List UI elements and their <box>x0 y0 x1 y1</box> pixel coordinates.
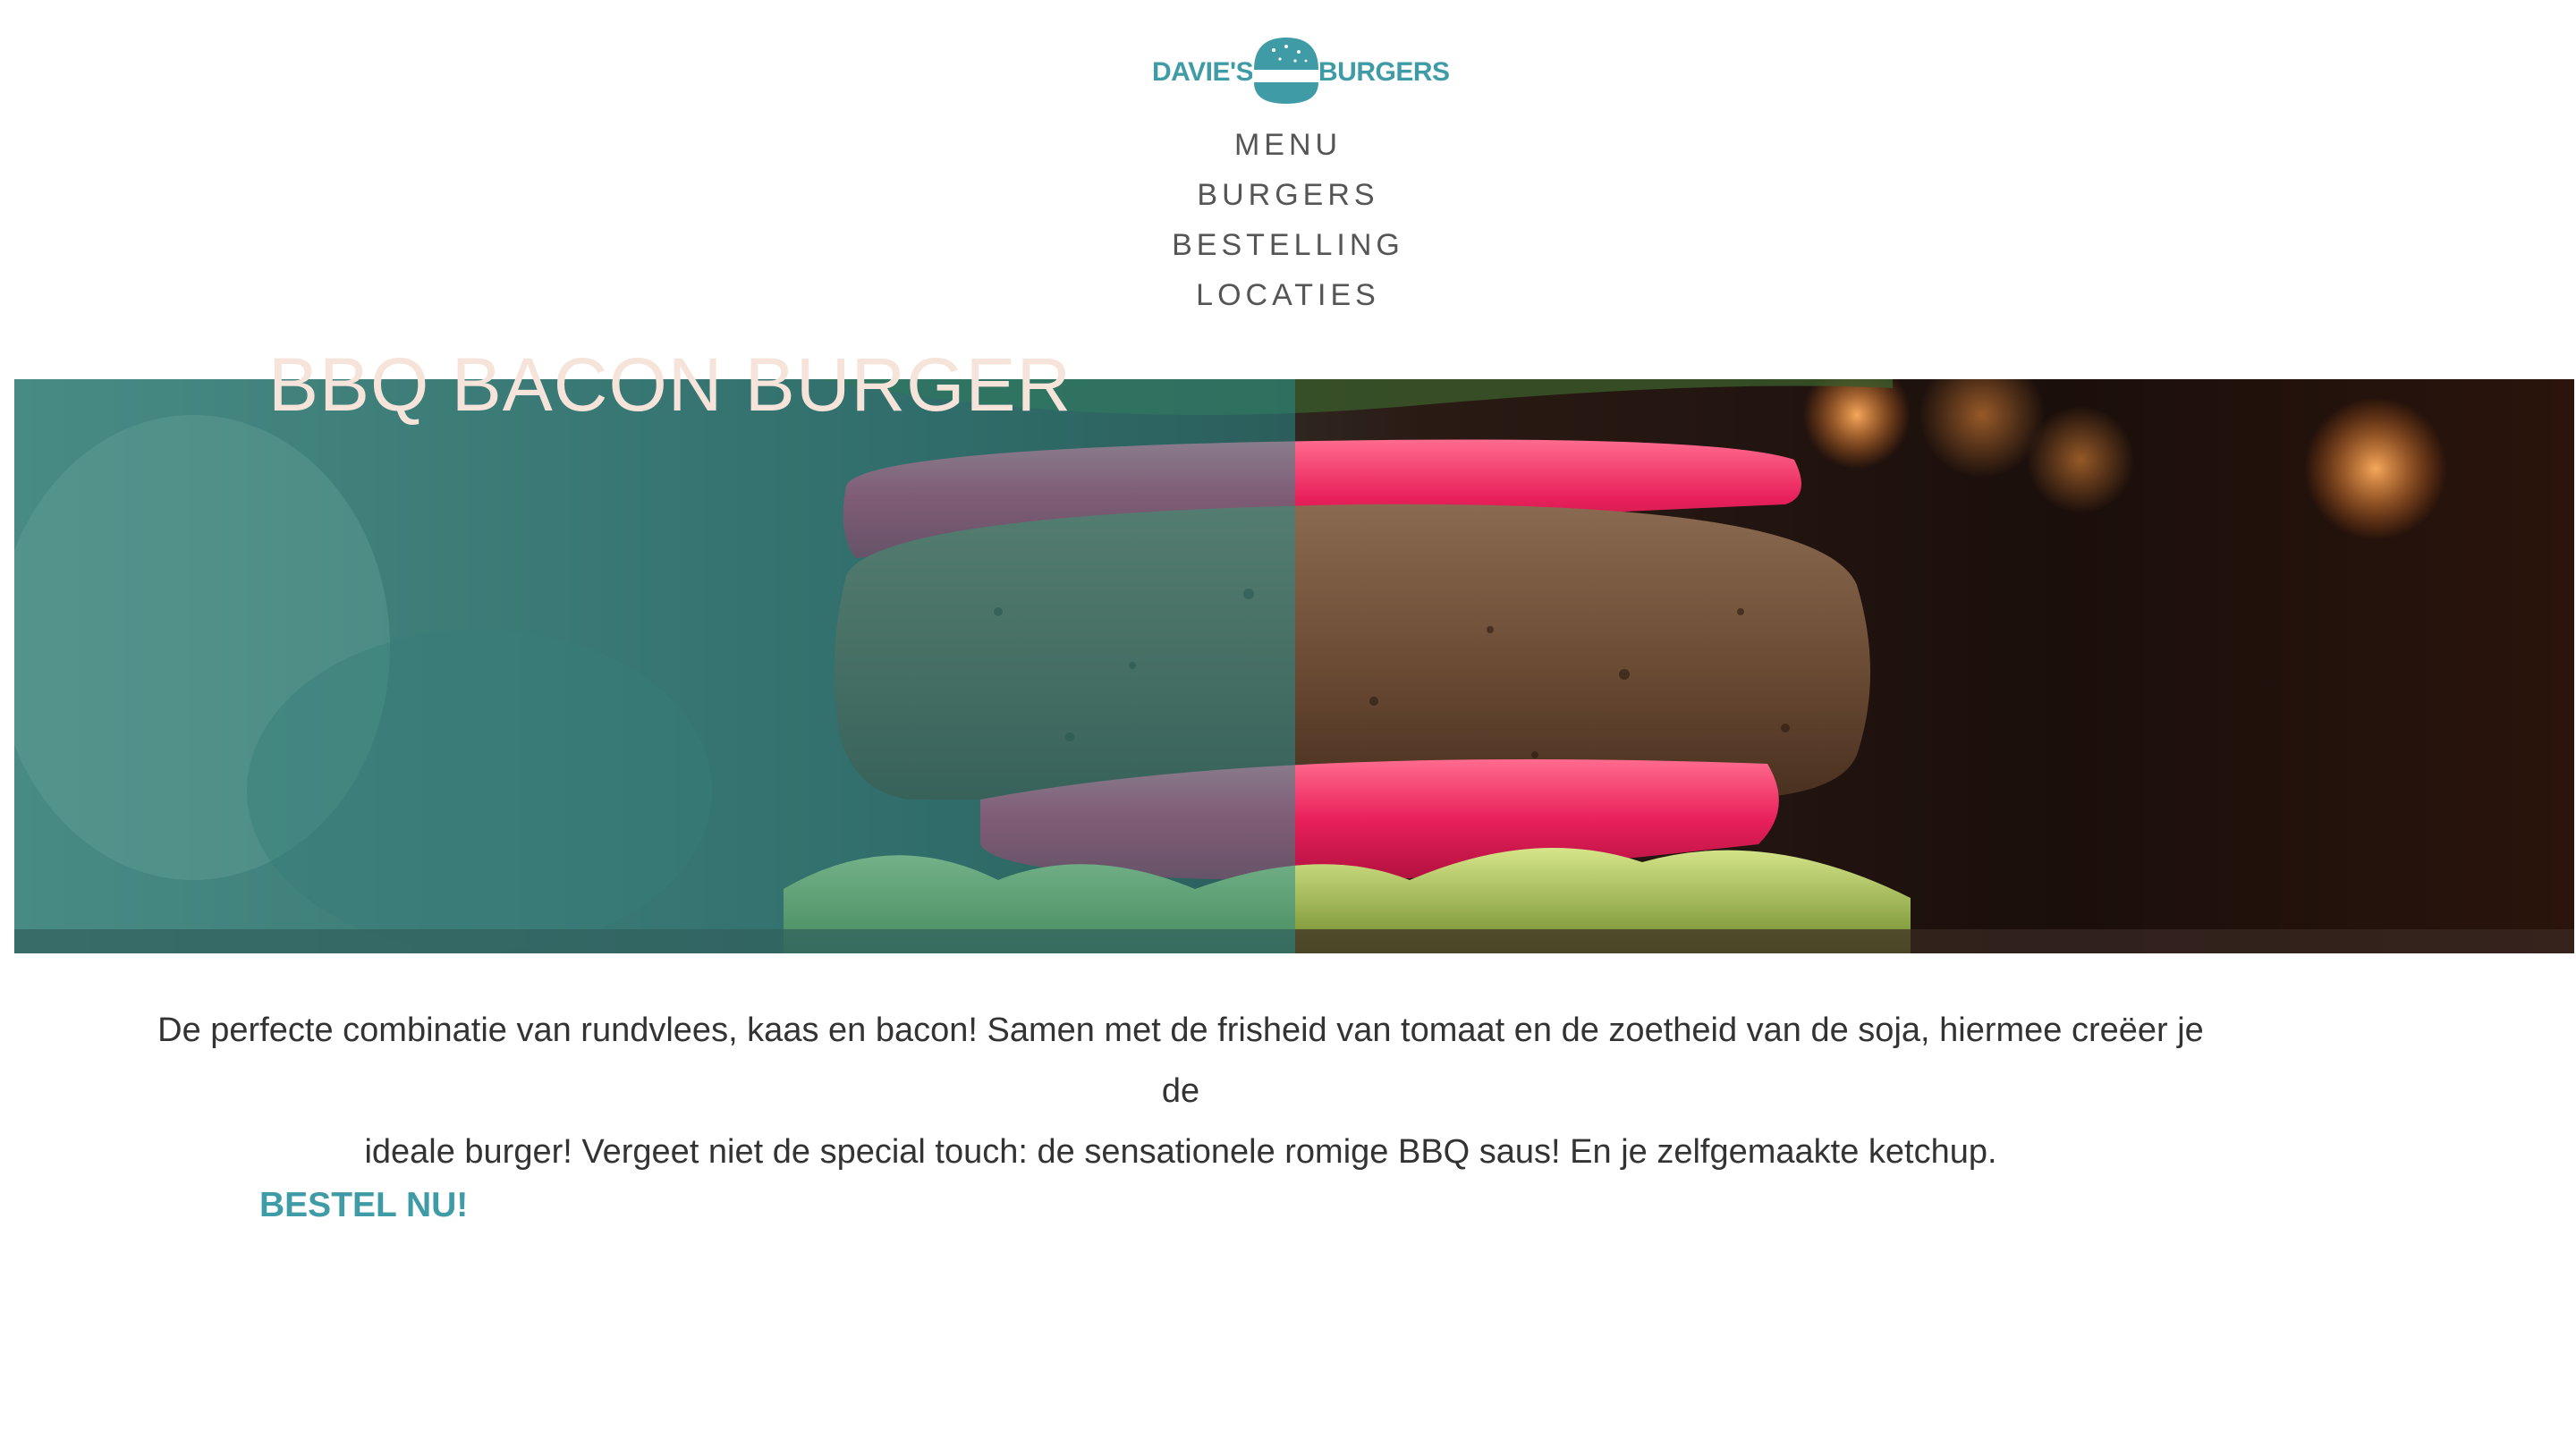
order-now-button[interactable]: BESTEL NU! <box>259 1188 468 1223</box>
nav-item-bestelling[interactable]: BESTELLING <box>1064 220 1512 270</box>
description-line-2: ideale burger! Vergeet niet de special t… <box>364 1133 1997 1171</box>
nav-item-locaties[interactable]: LOCATIES <box>1064 270 1512 320</box>
description-line-1: De perfecte combinatie van rundvlees, ka… <box>157 1012 2204 1110</box>
logo-word-right: BURGERS <box>1318 57 1450 87</box>
main-nav: MENU BURGERS BESTELLING LOCATIES <box>1064 120 1512 320</box>
nav-item-burgers[interactable]: BURGERS <box>1064 170 1512 220</box>
nav-item-menu[interactable]: MENU <box>1064 120 1512 170</box>
hero-title: BBQ BACON BURGER <box>268 343 1072 427</box>
burger-bun-icon <box>1252 38 1320 104</box>
hero-banner <box>14 379 2574 953</box>
logo-word-left: DAVIE'S <box>1152 57 1254 87</box>
site-logo[interactable]: DAVIE'S BURGERS <box>1147 32 1450 109</box>
hero-teal-overlay <box>14 379 1295 953</box>
product-description: De perfecte combinatie van rundvlees, ka… <box>134 1000 2227 1182</box>
